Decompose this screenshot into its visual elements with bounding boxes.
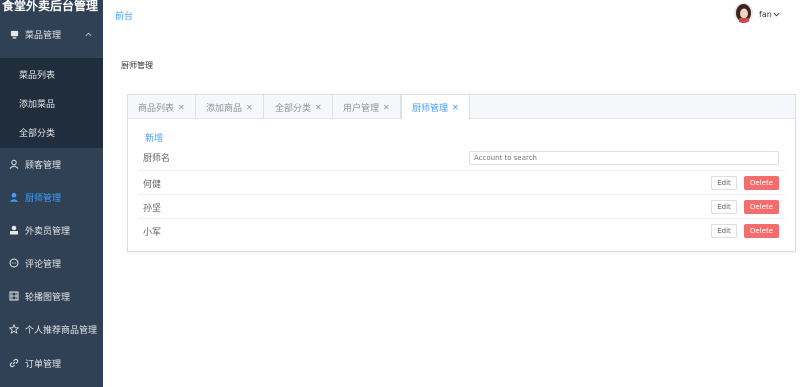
username: fan — [759, 10, 772, 19]
sidebar-item-label: 轮播图管理 — [25, 292, 71, 303]
tab-label: 全部分类 — [275, 103, 312, 114]
sidebar-item-comments[interactable]: 评论管理 — [0, 249, 103, 277]
tab-chef-management[interactable]: 厨师管理 ✕ — [401, 95, 470, 120]
tab-label: 商品列表 — [138, 103, 175, 114]
close-icon[interactable]: ✕ — [452, 103, 459, 112]
tab-label: 厨师管理 — [412, 104, 449, 114]
tab-product-list[interactable]: 商品列表 ✕ — [128, 95, 196, 119]
tab-label: 添加商品 — [206, 103, 243, 114]
sidebar-subitem-categories[interactable]: 全部分类 — [0, 118, 103, 146]
film-icon — [9, 291, 19, 301]
tab-bar: 商品列表 ✕ 添加商品 ✕ 全部分类 ✕ 用户管理 ✕ 厨师管理 ✕ — [128, 95, 795, 120]
delete-button[interactable]: Delete — [744, 200, 779, 214]
sidebar-item-label: 评论管理 — [25, 259, 62, 270]
sidebar-subitem-dish-list[interactable]: 菜品列表 — [0, 60, 103, 88]
user-outline-icon — [9, 159, 19, 169]
star-icon — [9, 324, 19, 334]
tab-add-product[interactable]: 添加商品 ✕ — [196, 95, 264, 119]
chef-name: 孙坚 — [143, 204, 162, 214]
table-row: 何健 Edit Delete — [138, 170, 785, 194]
edit-button[interactable]: Edit — [711, 176, 737, 190]
sidebar-item-label: 个人推荐商品管理 — [25, 325, 98, 336]
sidebar-item-label: 厨师管理 — [25, 193, 62, 204]
edit-button[interactable]: Edit — [711, 200, 737, 214]
delete-button[interactable]: Delete — [744, 224, 779, 238]
search-input[interactable] — [469, 151, 779, 165]
frontend-link[interactable]: 前台 — [115, 9, 133, 22]
chat-bubble-icon — [9, 258, 19, 268]
dish-icon — [9, 29, 19, 39]
delete-button[interactable]: Delete — [744, 176, 779, 190]
edit-button[interactable]: Edit — [711, 224, 737, 238]
sidebar-item-label: 外卖员管理 — [25, 226, 71, 237]
sidebar-item-couriers[interactable]: 外卖员管理 — [0, 216, 103, 244]
avatar[interactable] — [734, 3, 753, 23]
column-header-chef-name: 厨师名 — [143, 154, 171, 164]
close-icon[interactable]: ✕ — [246, 103, 253, 112]
close-icon[interactable]: ✕ — [315, 103, 322, 112]
user-menu[interactable]: fan — [759, 10, 780, 19]
sidebar: 食堂外卖后台管理 菜品管理 菜品列表 添加菜品 全部分类 顾客管理 厨师管理 外… — [0, 0, 103, 387]
sidebar-item-recommended[interactable]: 个人推荐商品管理 — [0, 315, 103, 343]
app-title: 食堂外卖后台管理 — [2, 0, 99, 13]
sidebar-group-dishes[interactable]: 菜品管理 — [0, 20, 103, 48]
sidebar-item-label: 订单管理 — [25, 359, 62, 370]
courier-icon — [9, 225, 19, 235]
close-icon[interactable]: ✕ — [178, 103, 185, 112]
content-card: 商品列表✕ 添加商品✕ 全部分类✕ 用户管理✕ 厨师管理✕ 新增 厨师名 何健 … — [127, 94, 796, 252]
tab-user-management[interactable]: 用户管理 ✕ — [333, 95, 401, 119]
tab-all-categories[interactable]: 全部分类 ✕ — [265, 95, 333, 119]
sidebar-item-carousel[interactable]: 轮播图管理 — [0, 282, 103, 310]
chef-name: 小军 — [143, 228, 162, 238]
link-icon — [9, 358, 19, 368]
sidebar-item-customers[interactable]: 顾客管理 — [0, 150, 103, 178]
tab-label: 用户管理 — [343, 103, 380, 114]
chef-name: 何健 — [143, 180, 162, 190]
close-icon[interactable]: ✕ — [383, 103, 390, 112]
user-filled-icon — [9, 192, 19, 202]
sidebar-subitem-add-dish[interactable]: 添加菜品 — [0, 89, 103, 117]
chevron-up-icon — [85, 30, 92, 40]
table-row: 小军 Edit Delete — [138, 218, 785, 242]
sidebar-group-label: 菜品管理 — [25, 30, 62, 41]
chevron-down-icon — [773, 10, 780, 19]
sidebar-item-label: 顾客管理 — [25, 160, 62, 171]
add-new-link[interactable]: 新增 — [145, 131, 163, 144]
breadcrumb: 厨师管理 — [121, 61, 153, 70]
sidebar-item-orders[interactable]: 订单管理 — [0, 349, 103, 377]
table-row: 孙坚 Edit Delete — [138, 194, 785, 218]
sidebar-item-chefs[interactable]: 厨师管理 — [0, 183, 103, 211]
